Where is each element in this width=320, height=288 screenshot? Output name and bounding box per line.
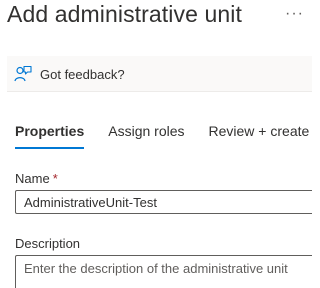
name-label-text: Name [15,171,50,186]
feedback-person-icon [14,65,32,83]
add-administrative-unit-page: Add administrative unit ··· Got feedback… [0,0,312,288]
name-input[interactable] [15,190,312,214]
tab-bar: Properties Assign roles Review + create [15,123,312,149]
description-input[interactable] [15,255,312,288]
page-title: Add administrative unit [7,1,242,27]
feedback-label: Got feedback? [40,66,125,82]
name-field-label: Name * [15,171,58,186]
tab-assign-roles[interactable]: Assign roles [108,123,184,147]
tab-review-create[interactable]: Review + create [209,123,310,147]
tab-properties[interactable]: Properties [15,123,85,149]
description-field-label: Description [15,236,81,251]
required-marker: * [52,171,58,186]
got-feedback-button[interactable]: Got feedback? [14,65,125,83]
more-options-button[interactable]: ··· [285,4,304,24]
command-bar: Got feedback? [7,56,312,92]
